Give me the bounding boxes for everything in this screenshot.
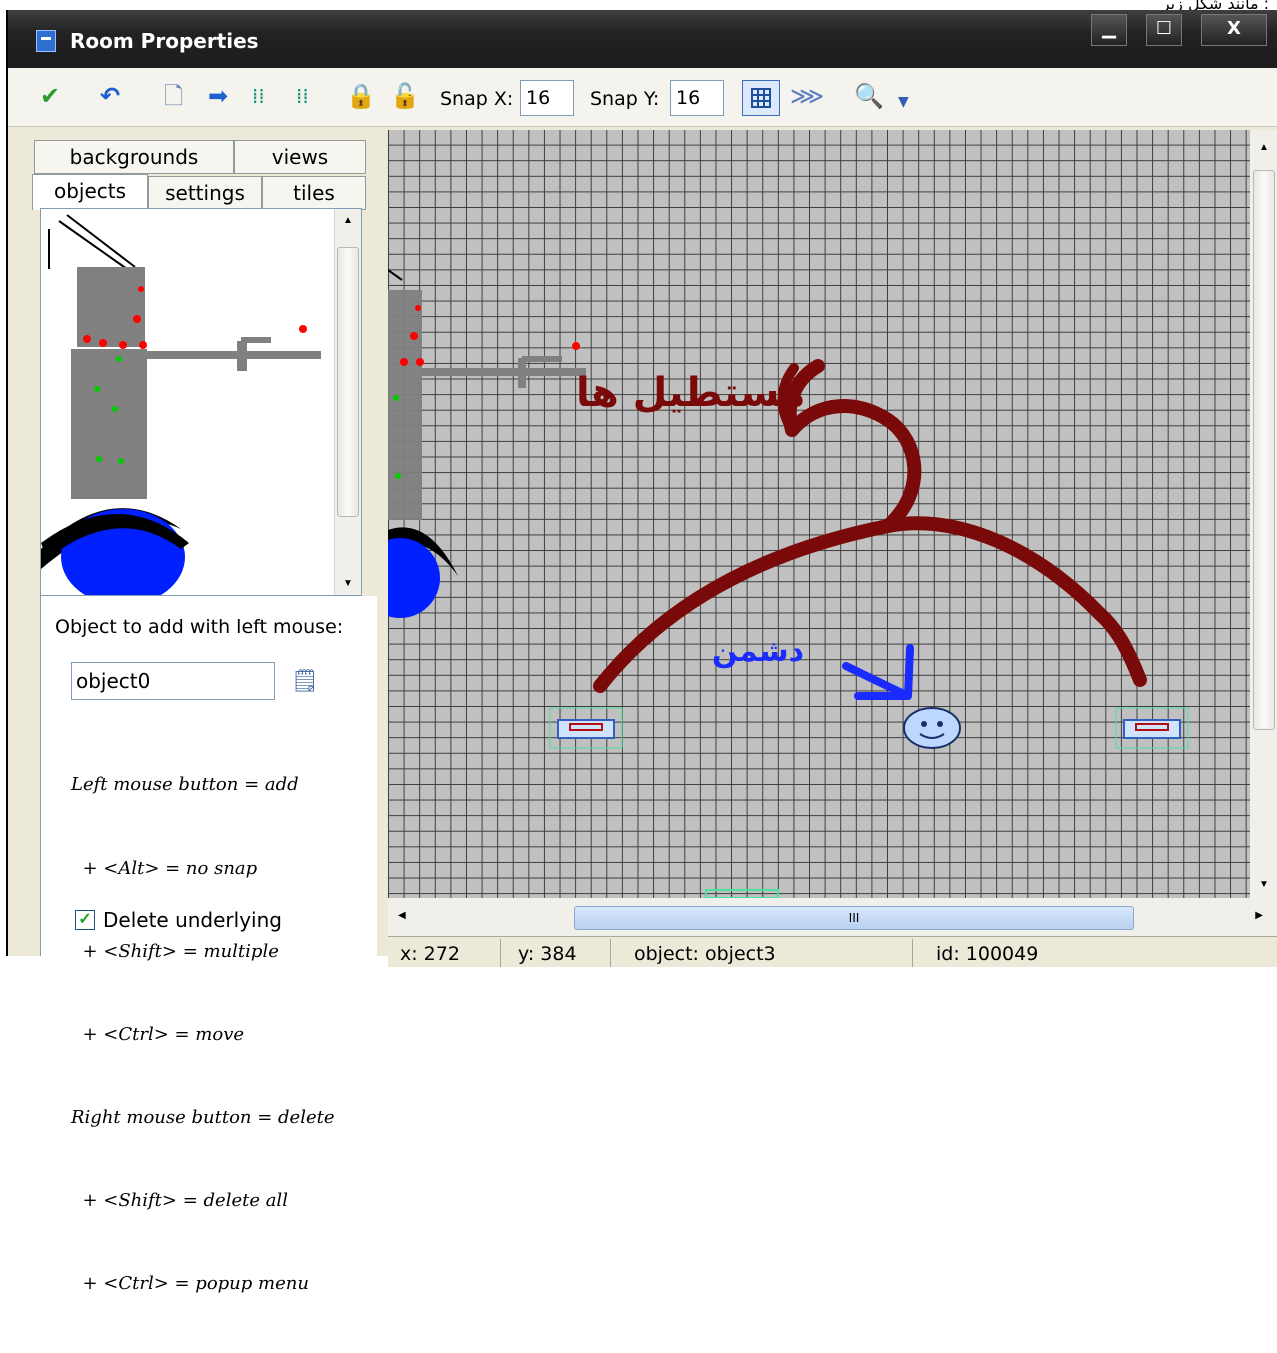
room-vscroll-thumb[interactable]	[1253, 170, 1275, 730]
help-line: + <Ctrl> = move	[71, 1023, 245, 1045]
title-bar: Room Properties ▁ ☐ X	[8, 10, 1277, 68]
room-horizontal-scrollbar[interactable]: ◀ III ▶	[388, 898, 1277, 936]
zoom-icon[interactable]: 🔍	[854, 82, 884, 110]
tab-tiles[interactable]: tiles	[262, 176, 366, 210]
zoom-dropdown-chevron-icon[interactable]: ▼	[898, 88, 909, 116]
toolbar: ✔ ↶ 🗋 ➡ ⁞⁞ ⁞⁞ 🔒 🔓 Snap X: 16 Snap Y: 16 …	[8, 68, 1277, 127]
status-divider	[610, 939, 611, 967]
app-icon	[36, 30, 56, 52]
lock-icon[interactable]: 🔒	[346, 82, 376, 110]
delete-underlying-checkbox[interactable]: ✓	[75, 910, 95, 930]
status-y: y: 384	[518, 943, 577, 965]
snap-y-label: Snap Y:	[590, 88, 660, 110]
room-properties-window: Room Properties ▁ ☐ X ✔ ↶ 🗋 ➡ ⁞⁞ ⁞⁞ 🔒 🔓 …	[6, 10, 1277, 1294]
status-divider	[500, 939, 501, 967]
status-object: object: object3	[634, 943, 776, 965]
clear-room-icon[interactable]: 🗋	[164, 82, 183, 110]
object-properties: Object to add with left mouse: object0 🗒…	[40, 596, 377, 1294]
room-canvas[interactable]: مستطیل ها دشمن	[388, 130, 1250, 898]
help-line: + <Shift> = delete all	[71, 1189, 288, 1211]
preview-scroll-thumb[interactable]	[337, 247, 359, 517]
object-select-menu-icon[interactable]: 🗒	[291, 668, 319, 694]
maximize-button[interactable]: ☐	[1146, 14, 1182, 46]
tab-backgrounds[interactable]: backgrounds	[34, 140, 234, 174]
snap-x-input[interactable]: 16	[520, 80, 574, 116]
tab-settings[interactable]: settings	[148, 176, 262, 210]
undo-icon[interactable]: ↶	[100, 82, 120, 110]
shift-horizontal-icon[interactable]: ⁞⁞	[252, 82, 265, 110]
room-hscroll-thumb[interactable]: III	[574, 906, 1134, 930]
minimize-button[interactable]: ▁	[1091, 14, 1127, 46]
help-line: Right mouse button = delete	[71, 1106, 335, 1128]
tab-views[interactable]: views	[234, 140, 366, 174]
snap-x-label: Snap X:	[440, 88, 514, 110]
left-panel: backgrounds views objects settings tiles	[30, 128, 377, 1294]
help-line: Left mouse button = add	[71, 774, 299, 796]
annotation-enemy: دشمن	[712, 634, 805, 669]
preview-scrollbar[interactable]: ▲ ▼	[334, 209, 361, 595]
close-button[interactable]: X	[1201, 14, 1267, 46]
shift-arrow-icon[interactable]: ➡	[208, 82, 228, 110]
object-sprite-image	[41, 214, 321, 595]
help-line: + <Shift> = multiple	[71, 940, 279, 962]
room-vertical-scrollbar[interactable]: ▲ ▼	[1250, 130, 1277, 898]
scroll-up-icon[interactable]: ▲	[1259, 142, 1269, 153]
scroll-up-icon[interactable]: ▲	[343, 215, 353, 226]
snap-y-input[interactable]: 16	[670, 80, 724, 116]
room-drawing	[388, 269, 1189, 898]
status-id: id: 100049	[936, 943, 1039, 965]
help-line: + <Alt> = no snap	[71, 857, 258, 879]
window-title: Room Properties	[70, 29, 259, 53]
scroll-down-icon[interactable]: ▼	[1259, 879, 1269, 890]
annotation-rectangles: مستطیل ها	[576, 370, 806, 416]
scroll-down-icon[interactable]: ▼	[343, 578, 353, 589]
ok-check-icon[interactable]: ✔	[40, 82, 60, 110]
object-name-field[interactable]: object0	[71, 662, 275, 700]
unlock-icon[interactable]: 🔓	[390, 82, 420, 110]
isometric-grid-icon[interactable]: ⋙	[790, 82, 824, 110]
shift-vertical-icon[interactable]: ⁞⁞	[296, 82, 309, 110]
delete-underlying-label: Delete underlying	[103, 908, 282, 932]
help-line: + <Ctrl> = popup menu	[71, 1273, 309, 1295]
object-sprite-preview: ▲ ▼	[40, 208, 362, 596]
show-grid-icon[interactable]	[742, 80, 780, 116]
object-to-add-label: Object to add with left mouse:	[55, 616, 344, 638]
scroll-right-icon[interactable]: ▶	[1255, 910, 1263, 921]
tab-objects[interactable]: objects	[32, 174, 148, 210]
status-bar: x: 272 y: 384 object: object3 id: 100049	[388, 936, 1277, 967]
status-divider	[912, 939, 913, 967]
scroll-left-icon[interactable]: ◀	[398, 910, 406, 921]
mouse-help-text: Left mouse button = add + <Alt> = no sna…	[71, 716, 335, 1353]
status-x: x: 272	[400, 943, 460, 965]
